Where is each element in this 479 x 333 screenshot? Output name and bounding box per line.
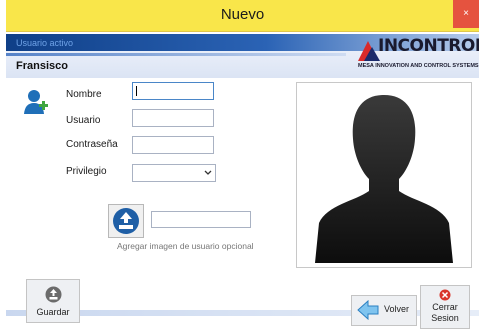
user-label: Usuario xyxy=(66,115,101,126)
active-user-label: Usuario activo xyxy=(16,38,74,48)
upload-caption: Agregar imagen de usuario opcional xyxy=(117,241,254,251)
app-window: Nuevo × Usuario activo Fransisco INCONTR… xyxy=(6,0,479,333)
back-label: Volver xyxy=(384,304,410,314)
active-user-name: Fransisco xyxy=(16,60,68,72)
user-silhouette-icon xyxy=(315,95,453,263)
back-button[interactable]: Volver xyxy=(351,295,417,326)
text-caret xyxy=(136,86,137,96)
privilege-select[interactable] xyxy=(132,164,216,182)
name-input[interactable] xyxy=(132,82,214,100)
user-add-icon xyxy=(24,90,48,114)
logo-tagline: MESA INNOVATION AND CONTROL SYSTEMS xyxy=(358,63,479,69)
header-stripe xyxy=(6,53,346,56)
back-arrow-icon xyxy=(357,300,379,320)
upload-image-button[interactable] xyxy=(108,204,144,238)
logout-label-line2: Sesion xyxy=(431,313,459,323)
chevron-down-icon xyxy=(204,165,212,187)
save-icon xyxy=(45,286,62,303)
image-path-input[interactable] xyxy=(151,211,251,228)
window-title: Nuevo xyxy=(220,6,265,23)
logo-brand: INCONTROL xyxy=(378,36,479,56)
logout-icon xyxy=(439,289,451,301)
save-button[interactable]: Guardar xyxy=(26,279,80,323)
password-label: Contraseña xyxy=(66,139,118,150)
password-input[interactable] xyxy=(132,136,214,154)
logout-button[interactable]: Cerrar Sesion xyxy=(420,285,470,329)
user-input[interactable] xyxy=(132,109,214,127)
privilege-label: Privilegio xyxy=(66,166,107,177)
logout-label-line1: Cerrar xyxy=(432,302,458,312)
logout-label: Cerrar Sesion xyxy=(421,302,469,324)
upload-icon xyxy=(113,208,139,234)
save-label: Guardar xyxy=(36,307,70,317)
name-label: Nombre xyxy=(66,89,102,100)
user-photo-frame xyxy=(296,82,472,268)
close-button[interactable]: × xyxy=(453,0,479,28)
